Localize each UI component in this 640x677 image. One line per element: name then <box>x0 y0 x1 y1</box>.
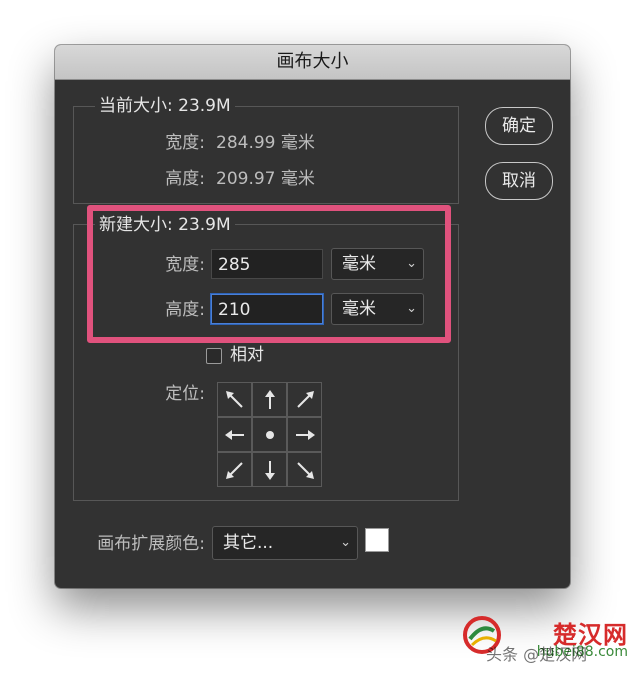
anchor-bottom-left[interactable] <box>217 452 252 487</box>
anchor-bottom[interactable] <box>252 452 287 487</box>
ok-button[interactable]: 确定 <box>485 107 553 145</box>
arrow-up-icon <box>264 389 275 409</box>
arrow-right-icon <box>295 429 315 440</box>
anchor-top-left[interactable] <box>217 382 252 417</box>
watermark-overlay-text: 头条 @楚汉网 <box>486 645 588 664</box>
anchor-left[interactable] <box>217 417 252 452</box>
current-height-value: 209.97 毫米 <box>216 169 315 189</box>
extension-color-select[interactable]: 其它... ⌄ <box>212 526 358 560</box>
arrow-up-right-icon <box>296 390 314 408</box>
chevron-down-icon: ⌄ <box>340 535 351 550</box>
highlight-frame <box>87 205 451 343</box>
anchor-bottom-right[interactable] <box>287 452 322 487</box>
current-width-value: 284.99 毫米 <box>216 133 315 153</box>
extension-color-swatch[interactable] <box>365 528 389 552</box>
anchor-label: 定位: <box>165 384 205 404</box>
extension-color-label: 画布扩展颜色: <box>97 534 205 554</box>
arrow-left-icon <box>224 429 244 440</box>
anchor-top-right[interactable] <box>287 382 322 417</box>
anchor-right[interactable] <box>287 417 322 452</box>
arrow-down-icon <box>264 460 275 480</box>
current-height-label: 高度: <box>165 169 205 189</box>
relative-checkbox[interactable] <box>206 348 222 364</box>
current-size-label: 当前大小: 23.9M <box>95 95 235 117</box>
anchor-grid <box>217 382 322 487</box>
cancel-button[interactable]: 取消 <box>485 162 553 200</box>
anchor-dot-icon <box>265 430 274 439</box>
arrow-down-right-icon <box>296 461 314 479</box>
dialog-title: 画布大小 <box>55 45 570 80</box>
anchor-center[interactable] <box>252 417 287 452</box>
anchor-top[interactable] <box>252 382 287 417</box>
watermark: 楚汉网 hubei88.com 头条 @楚汉网 <box>462 615 632 667</box>
extension-color-value: 其它... <box>223 533 274 553</box>
relative-label: 相对 <box>230 345 264 365</box>
current-width-label: 宽度: <box>165 133 205 153</box>
arrow-up-left-icon <box>225 390 243 408</box>
arrow-down-left-icon <box>225 461 243 479</box>
